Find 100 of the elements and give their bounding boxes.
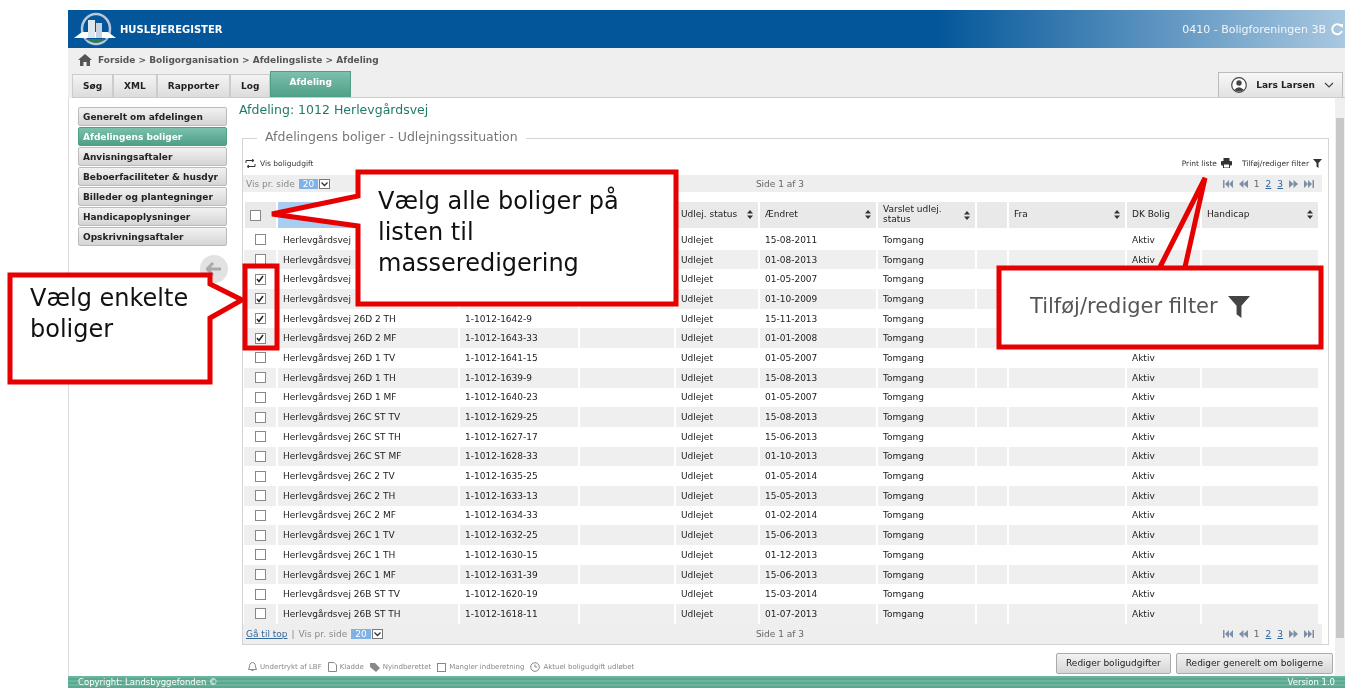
table-cell: Tomgang (883, 392, 924, 403)
first-page-icon[interactable] (1222, 179, 1233, 188)
sort-icon[interactable] (964, 210, 970, 220)
per-page-label: Vis pr. side (298, 628, 348, 639)
sort-icon[interactable] (747, 210, 753, 220)
row-checkbox[interactable] (254, 313, 266, 325)
table-cell: 01-05-2007 (765, 352, 818, 363)
table-cell: 15-08-2013 (765, 372, 818, 383)
tab[interactable]: Søg (72, 74, 114, 97)
chevron-down-icon (1324, 82, 1334, 88)
table-cell: Tomgang (883, 293, 924, 304)
row-checkbox[interactable] (254, 254, 266, 266)
table-cell: Herlevgårdsvej (283, 274, 351, 285)
table-cell: Herlevgårdsvej 26C 2 MF (283, 510, 396, 521)
table-cell: 1-1012-1633-13 (465, 490, 538, 501)
row-checkbox[interactable] (254, 372, 266, 384)
table-cell: Udlejet (681, 549, 713, 560)
table-cell: Herlevgårdsvej 26C ST TH (283, 431, 401, 442)
breadcrumb: Forside > Boligorganisation > Afdelingsliste > Afdeling (98, 54, 379, 65)
table-cell: 15-11-2013 (765, 313, 818, 324)
page-link[interactable]: 2 (1265, 178, 1272, 189)
table-cell: Herlevgårdsvej 26B ST TH (283, 608, 401, 619)
row-checkbox[interactable] (254, 608, 266, 620)
sort-icon[interactable] (1114, 210, 1120, 220)
row-checkbox[interactable] (254, 450, 266, 462)
table-cell: Udlejet (681, 490, 713, 501)
table-cell: Tomgang (883, 451, 924, 462)
column-header[interactable]: Ændret (759, 201, 877, 229)
table-cell: 15-08-2013 (765, 412, 818, 423)
table-cell: Tomgang (883, 372, 924, 383)
last-page-icon[interactable] (1304, 179, 1314, 188)
table-cell: 01-05-2014 (765, 471, 818, 482)
table-cell: Aktiv (1132, 254, 1155, 265)
table-cell: Udlejet (681, 372, 713, 383)
first-page-icon[interactable] (1222, 629, 1233, 638)
tab[interactable]: XML (113, 74, 157, 97)
action-button[interactable]: Rediger generelt om boligerne (1175, 652, 1333, 674)
row-checkbox[interactable] (254, 391, 266, 403)
sidebar-item[interactable]: Generelt om afdelingen (78, 107, 227, 126)
row-checkbox[interactable] (254, 529, 266, 541)
next-page-icon[interactable] (1289, 179, 1298, 188)
row-checkbox[interactable] (254, 332, 266, 344)
row-checkbox[interactable] (254, 509, 266, 521)
previous-page-icon[interactable] (1238, 179, 1248, 188)
table-cell: Udlejet (681, 234, 713, 245)
home-icon[interactable] (78, 53, 92, 66)
sidebar-item[interactable]: Opskrivningsaftaler (78, 227, 227, 246)
row-checkbox[interactable] (254, 273, 266, 285)
sort-icon[interactable] (1307, 210, 1313, 220)
table-cell: 1-1012-1643-33 (465, 333, 538, 344)
previous-page-icon[interactable] (1238, 629, 1248, 638)
scrollbar[interactable] (1335, 98, 1345, 676)
action-button[interactable]: Rediger boligudgifter (1056, 652, 1171, 674)
user-menu-button[interactable]: Lars Larsen (1218, 72, 1343, 97)
column-header[interactable]: Handicap (1201, 201, 1319, 229)
table-cell: Udlejet (681, 530, 713, 541)
table-cell: Tomgang (883, 352, 924, 363)
select-all-checkbox[interactable] (250, 209, 261, 221)
page-link[interactable]: 3 (1277, 628, 1283, 639)
page-link[interactable]: 1 (1253, 178, 1260, 189)
refresh-icon[interactable] (1331, 22, 1344, 36)
table-cell: Aktiv (1132, 234, 1155, 245)
arrow-left-icon (206, 262, 222, 276)
page-link[interactable]: 1 (1253, 628, 1260, 639)
sidebar-item[interactable]: Billeder og plantegninger (78, 187, 227, 206)
page-info: Side 1 af 3 (755, 178, 805, 189)
document-icon (327, 662, 337, 673)
table-cell: Tomgang (883, 254, 924, 265)
table-cell: 1-1012-1639-9 (465, 372, 532, 383)
table-cell: Udlejet (681, 313, 713, 324)
table-cell: Herlevgårdsvej 26C 2 TH (283, 490, 396, 501)
table-cell: Udlejet (681, 569, 713, 580)
row-checkbox[interactable] (254, 588, 266, 600)
page-link[interactable]: 3 (1277, 178, 1283, 189)
tab[interactable]: Log (230, 74, 271, 97)
row-checkbox[interactable] (254, 490, 266, 502)
row-checkbox[interactable] (254, 352, 266, 364)
sort-icon[interactable] (865, 210, 871, 220)
column-header[interactable] (244, 201, 277, 229)
row-checkbox[interactable] (254, 431, 266, 443)
row-checkbox[interactable] (254, 549, 266, 561)
row-checkbox[interactable] (254, 234, 266, 246)
row-checkbox[interactable] (254, 470, 266, 482)
table-cell: Herlevgårdsvej 26C ST TV (283, 412, 401, 423)
last-page-icon[interactable] (1304, 629, 1314, 638)
row-checkbox[interactable] (254, 293, 266, 305)
sidebar-item[interactable]: Handicapoplysninger (78, 207, 227, 226)
sidebar-item[interactable]: Beboerfaciliteter & husdyr (78, 167, 227, 186)
table-cell: 01-10-2009 (765, 293, 818, 304)
column-header[interactable]: Fra (1008, 201, 1126, 229)
column-header[interactable]: Varslet udlej. status (877, 201, 976, 229)
tab[interactable]: Rapporter (156, 74, 231, 97)
row-checkbox[interactable] (254, 569, 266, 581)
go-to-top-link[interactable]: Gå til top (246, 628, 288, 639)
table-cell: Udlejet (681, 471, 713, 482)
table-cell: Herlevgårdsvej 26D 1 TH (283, 372, 396, 383)
page-link[interactable]: 2 (1265, 628, 1272, 639)
next-page-icon[interactable] (1289, 629, 1298, 638)
sidebar-item[interactable]: Anvisningsaftaler (78, 147, 227, 166)
row-checkbox[interactable] (254, 411, 266, 423)
